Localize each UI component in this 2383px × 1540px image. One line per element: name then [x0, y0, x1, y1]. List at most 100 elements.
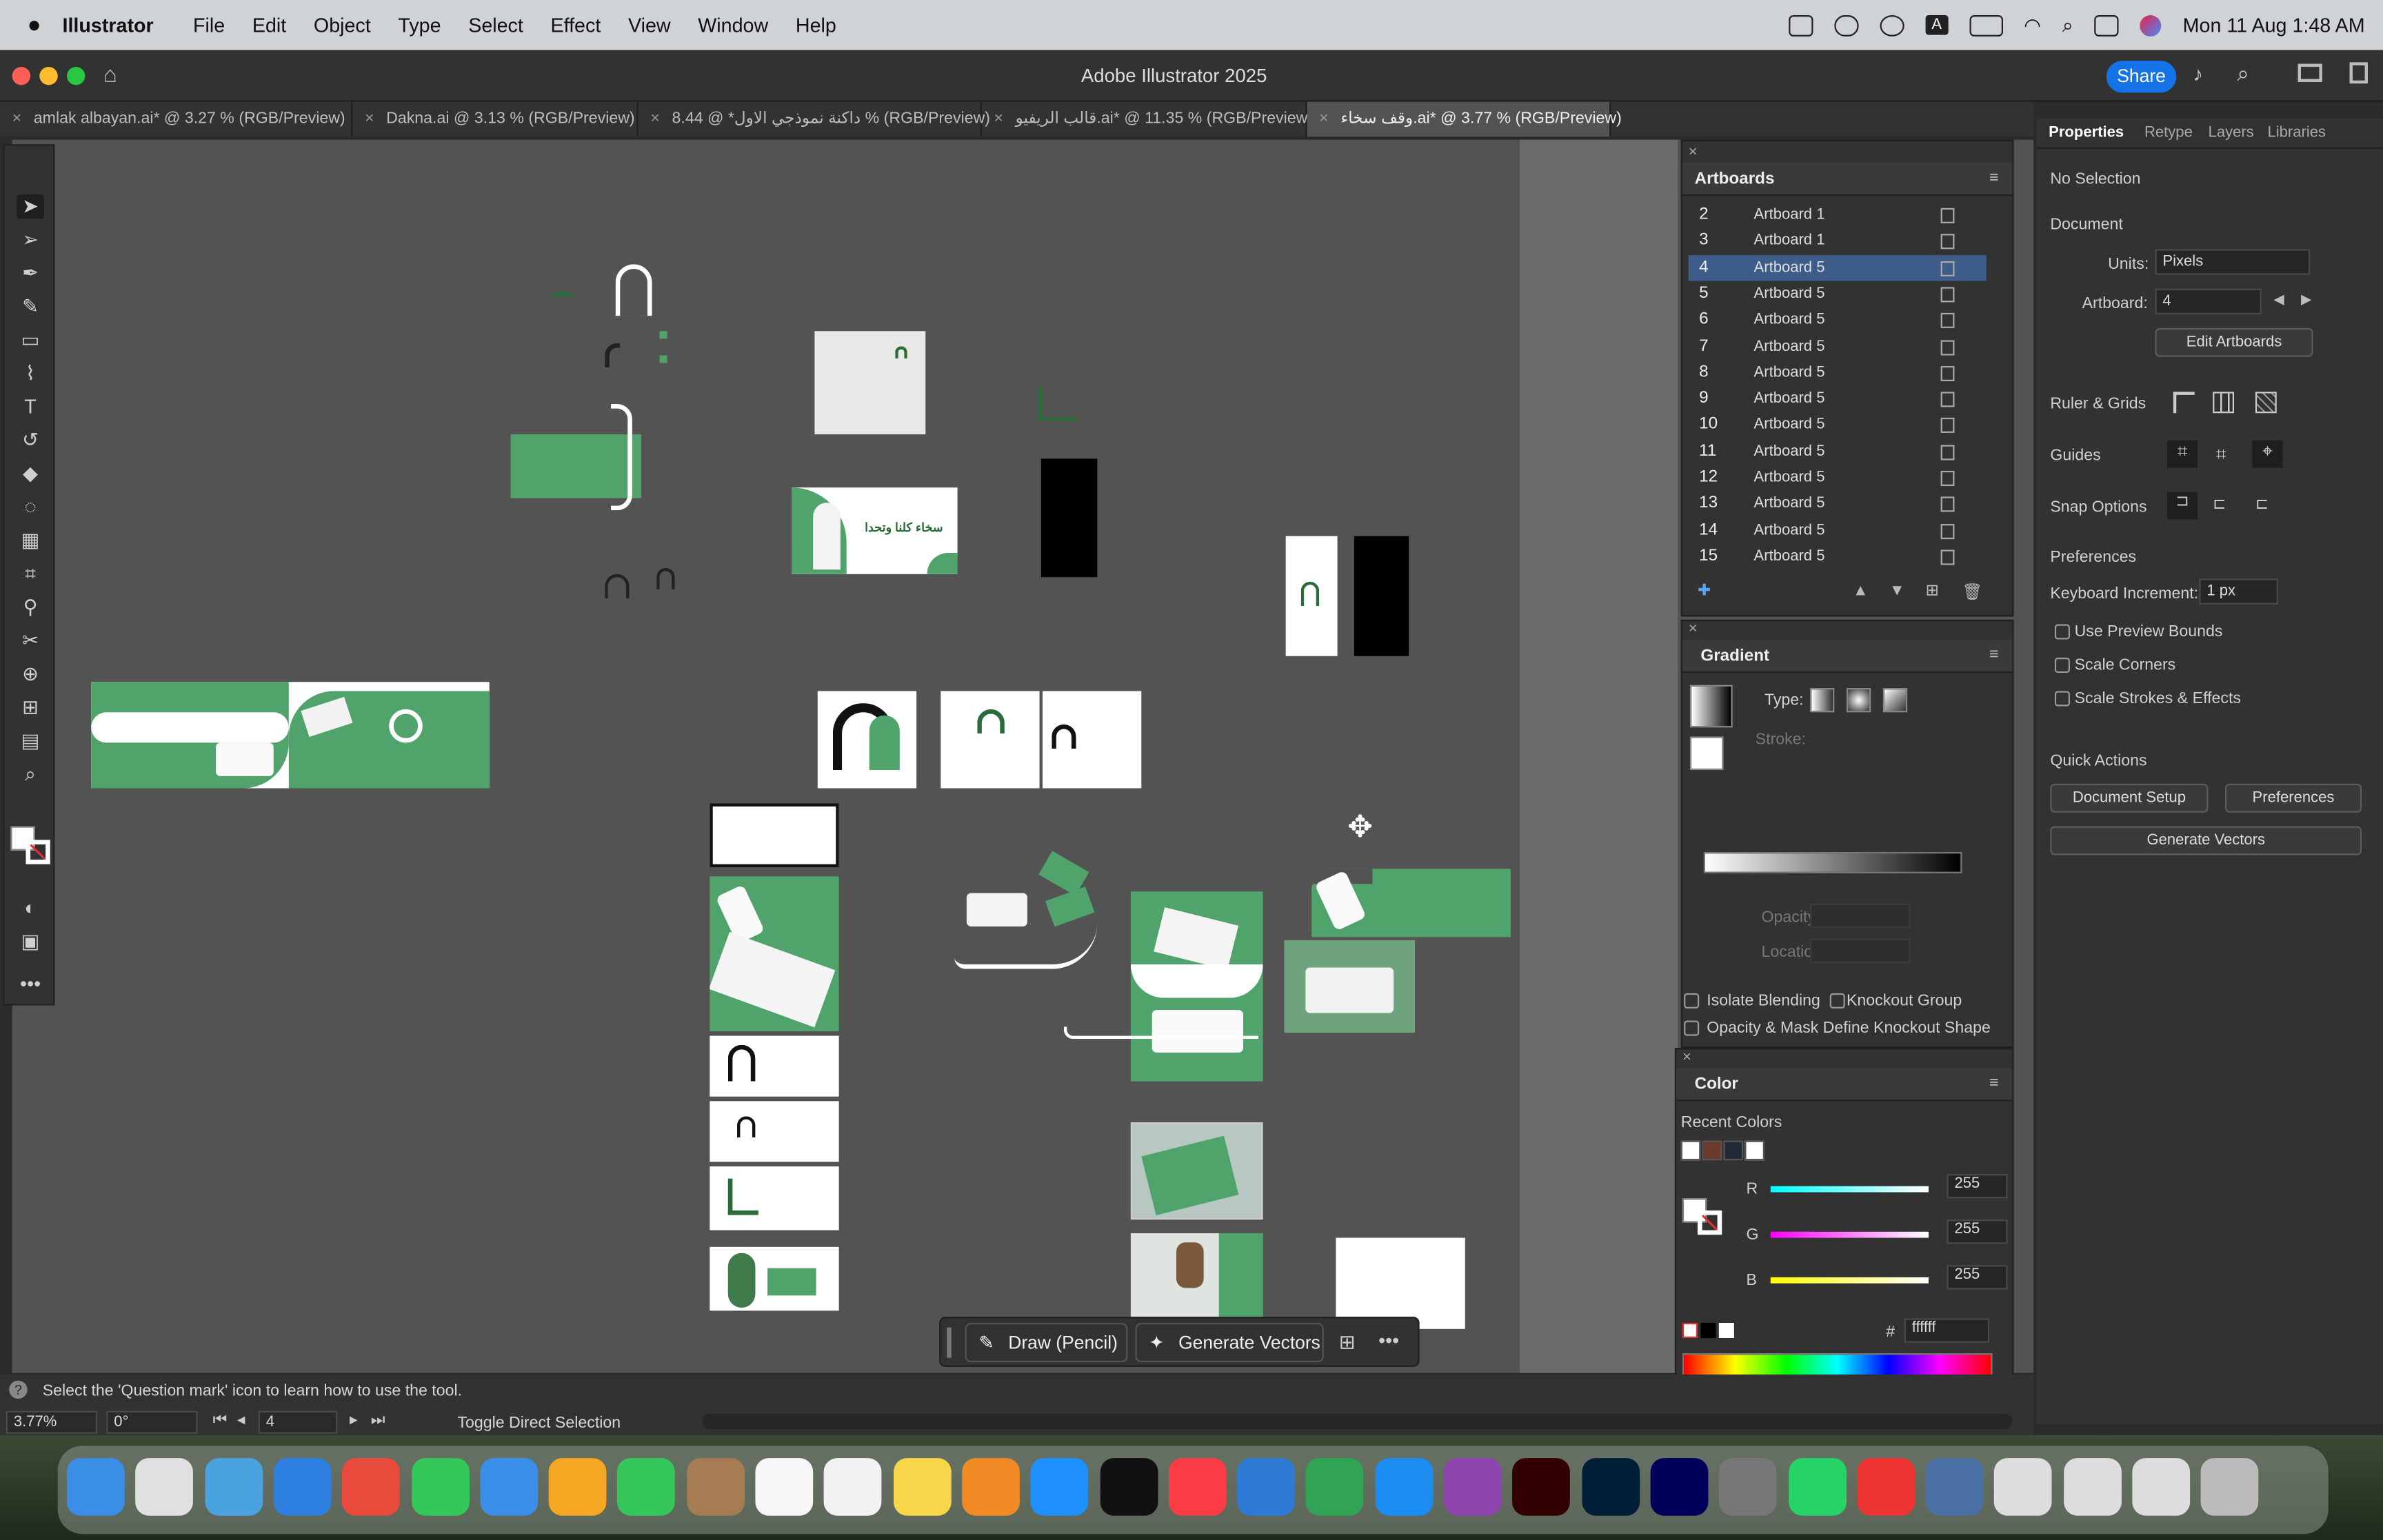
dock-keynote-icon[interactable]: [1237, 1458, 1296, 1516]
tab-document-1[interactable]: × amlak albayan.ai* @ 3.27 % (RGB/Preview…: [0, 101, 353, 137]
search-icon[interactable]: ⌕: [2237, 61, 2249, 86]
artboard-row[interactable]: 2 Artboard 1: [1689, 202, 1987, 227]
knockout-group-checkbox[interactable]: [1829, 993, 1845, 1009]
prev-artboard-icon[interactable]: ◂: [237, 1411, 245, 1429]
gradient-opacity-field[interactable]: [1810, 903, 1911, 929]
arch-shape[interactable]: [615, 264, 652, 316]
dock-mail-icon[interactable]: [480, 1458, 538, 1516]
artboard-row[interactable]: 8 Artboard 5: [1689, 360, 1987, 385]
dock-pdf-icon[interactable]: [1856, 1458, 1915, 1516]
paintbrush-tool-icon[interactable]: ⌇: [17, 361, 44, 385]
panel-menu-icon[interactable]: ≡: [1989, 645, 1999, 663]
blend-tool-icon[interactable]: ⊕: [17, 662, 44, 687]
scale-strokes-checkbox[interactable]: [2054, 691, 2070, 707]
last-artboard-icon[interactable]: ⏭: [371, 1411, 385, 1431]
artboard-options-icon[interactable]: [1940, 207, 1955, 223]
recent-color-swatch[interactable]: [1702, 1140, 1722, 1161]
gradient-location-field[interactable]: [1810, 938, 1911, 963]
artboard-logo-grid[interactable]: [710, 1101, 839, 1162]
cloud-icon[interactable]: [1834, 14, 1859, 36]
black-artboard[interactable]: [1354, 536, 1409, 656]
black-swatch[interactable]: [1700, 1322, 1716, 1339]
lasso-tool-icon[interactable]: ◌: [17, 495, 44, 519]
menu-object[interactable]: Object: [314, 14, 371, 37]
dock-app-store-icon[interactable]: [1375, 1458, 1433, 1516]
red-value-field[interactable]: 255: [1947, 1174, 2008, 1199]
artboard-name[interactable]: Artboard 5: [1754, 334, 1825, 359]
dock-chrome-icon[interactable]: [342, 1458, 401, 1516]
dock-apple-tv-icon[interactable]: [1099, 1458, 1158, 1516]
freeform-gradient-icon[interactable]: [1882, 688, 1908, 713]
artboard-options-icon[interactable]: [1940, 339, 1955, 355]
spotlight-icon[interactable]: ⌕: [2062, 13, 2073, 37]
artboard-navigator-field[interactable]: 4: [258, 1410, 338, 1434]
use-preview-bounds-checkbox[interactable]: [2054, 624, 2070, 640]
artboard-options-icon[interactable]: [1940, 523, 1955, 539]
first-artboard-icon[interactable]: ⏮: [213, 1411, 228, 1431]
delete-icon[interactable]: 🗑: [1962, 582, 1982, 601]
rulers-icon[interactable]: [2173, 392, 2195, 414]
artboard-blank[interactable]: [1336, 1237, 1465, 1329]
workspace-icon[interactable]: [2297, 63, 2322, 82]
dock-maps-icon[interactable]: [204, 1458, 263, 1516]
dock-calendar-icon[interactable]: [755, 1458, 814, 1516]
logo-sketch[interactable]: [1038, 387, 1078, 421]
next-artboard-icon[interactable]: ▶: [2301, 292, 2311, 308]
gradient-tool-icon[interactable]: ▦: [17, 529, 44, 553]
artboard-typography[interactable]: [710, 1166, 839, 1230]
shape-builder-icon[interactable]: ✂: [17, 629, 44, 653]
isolate-blending-checkbox[interactable]: [1684, 993, 1700, 1009]
artboard-phone-banner[interactable]: [1311, 869, 1511, 938]
artboard-envelope-photo[interactable]: [1130, 1122, 1263, 1220]
artboard-cards-mockup[interactable]: [1130, 891, 1263, 1082]
artboard-options-icon[interactable]: [1940, 287, 1955, 303]
zoom-tool-icon[interactable]: ⌕: [17, 762, 44, 787]
artboard-logo-horizontal[interactable]: [941, 691, 1040, 789]
artboard-name[interactable]: Artboard 5: [1754, 412, 1825, 438]
dock-finder-icon[interactable]: [66, 1458, 125, 1516]
menu-view[interactable]: View: [628, 14, 671, 37]
artboard-options-icon[interactable]: [1940, 497, 1955, 513]
lock-guides-icon[interactable]: ⌗: [2216, 443, 2226, 466]
snap-to-point-icon[interactable]: ⊐: [2167, 492, 2198, 520]
dock-preview-icon[interactable]: [1925, 1458, 1984, 1516]
properties-tab-libraries[interactable]: Libraries: [2268, 125, 2326, 141]
artboard-name[interactable]: Artboard 5: [1754, 307, 1825, 332]
close-icon[interactable]: ×: [12, 110, 22, 128]
panel-toggle-icon[interactable]: [2349, 62, 2368, 84]
artboard-row[interactable]: 11 Artboard 5: [1689, 438, 1987, 464]
artboard-logo-grid[interactable]: [710, 1035, 839, 1097]
artboard-name[interactable]: Artboard 5: [1754, 517, 1825, 543]
artboard-row[interactable]: 13 Artboard 5: [1689, 491, 1987, 516]
drag-handle-icon[interactable]: [947, 1327, 952, 1358]
panel-menu-icon[interactable]: ≡: [1989, 169, 1999, 187]
dock-system-settings-icon[interactable]: [1719, 1458, 1778, 1516]
artboard-plant[interactable]: [710, 1246, 839, 1311]
gradient-slider[interactable]: [1703, 851, 1962, 873]
show-guides-icon[interactable]: ⌗: [2167, 440, 2198, 468]
artboard-name[interactable]: Artboard 5: [1754, 465, 1825, 490]
tab-document-2[interactable]: × Dakna.ai @ 3.13 % (RGB/Preview): [352, 101, 639, 137]
close-icon[interactable]: ×: [994, 110, 1003, 128]
screen-mirror-icon[interactable]: [1789, 14, 1813, 36]
grid-icon[interactable]: [2213, 392, 2235, 414]
dock-numbers-icon[interactable]: [1306, 1458, 1364, 1516]
pen-tool-icon[interactable]: ✒: [17, 261, 44, 285]
artboard-row[interactable]: 7 Artboard 5: [1689, 334, 1987, 359]
dock-podcasts-icon[interactable]: [1443, 1458, 1502, 1516]
dock-reminders-icon[interactable]: [824, 1458, 883, 1516]
menu-effect[interactable]: Effect: [551, 14, 601, 37]
keyboard-increment-field[interactable]: 1 px: [2199, 578, 2278, 605]
artboard-phone-mockup[interactable]: [710, 876, 839, 1031]
artboard-options-icon[interactable]: [1940, 444, 1955, 460]
dock-photos-icon[interactable]: [548, 1458, 607, 1516]
apple-icon[interactable]: ●: [28, 12, 41, 38]
artboard-options-icon[interactable]: [1940, 470, 1955, 487]
smart-guides-icon[interactable]: ⌖: [2252, 440, 2283, 468]
artboard-options-icon[interactable]: [1940, 392, 1955, 407]
units-dropdown[interactable]: Pixels: [2155, 249, 2311, 275]
green-slider[interactable]: [1770, 1231, 1929, 1238]
type-tool-icon[interactable]: T: [17, 395, 44, 419]
green-square[interactable]: [659, 355, 667, 363]
dock-contacts-icon[interactable]: [686, 1458, 745, 1516]
